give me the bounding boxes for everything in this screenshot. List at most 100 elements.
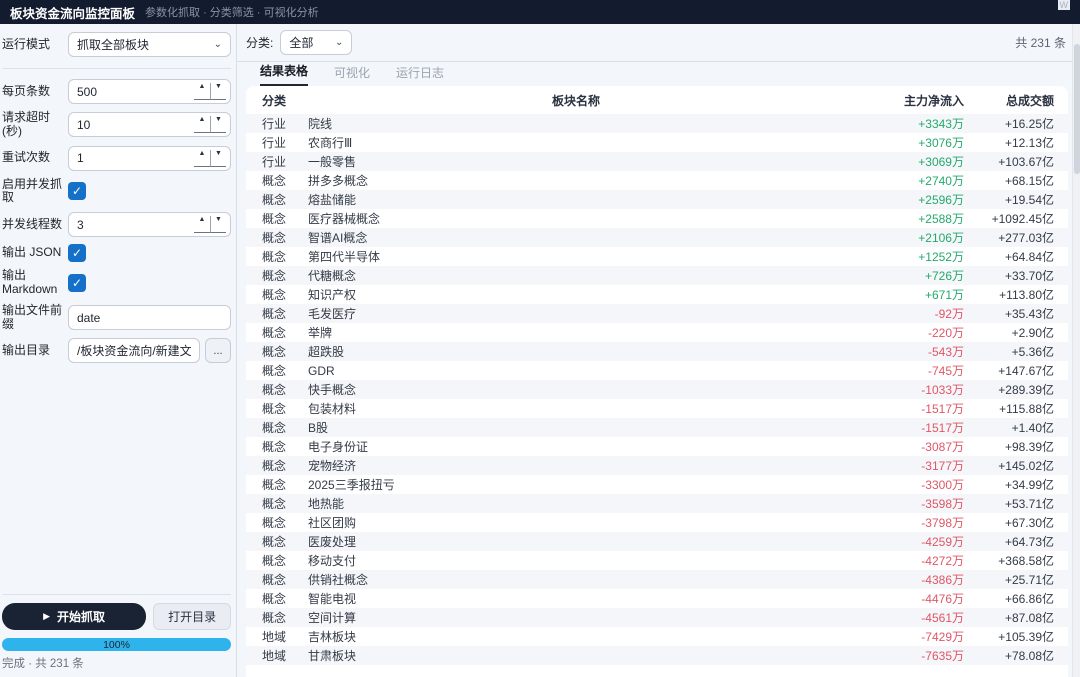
outdir-input[interactable]: [69, 344, 199, 358]
cell-category: 概念: [246, 457, 308, 474]
cell-total-turnover: +67.30亿: [964, 514, 1068, 531]
table-row[interactable]: 概念宠物经济-3177万+145.02亿: [246, 456, 1068, 475]
spin-up-icon[interactable]: ▲: [194, 83, 210, 100]
table-row[interactable]: 概念移动支付-4272万+368.58亿: [246, 551, 1068, 570]
table-row[interactable]: 概念地热能-3598万+53.71亿: [246, 494, 1068, 513]
cell-category: 概念: [246, 191, 308, 208]
page-size-input[interactable]: [69, 85, 194, 99]
status-text: 完成 · 共 231 条: [2, 655, 231, 671]
table-row[interactable]: 概念社区团购-3798万+67.30亿: [246, 513, 1068, 532]
tab-visualization[interactable]: 可视化: [334, 64, 370, 86]
cell-category: 概念: [246, 533, 308, 550]
page-size-field: ▲ ▼: [68, 79, 231, 104]
cell-sector-name: 超跌股: [308, 343, 844, 360]
spin-down-icon[interactable]: ▼: [210, 150, 226, 167]
table-row[interactable]: 行业院线+3343万+16.25亿: [246, 114, 1068, 133]
spin-down-icon[interactable]: ▼: [210, 216, 226, 233]
cell-category: 概念: [246, 324, 308, 341]
cell-sector-name: 吉林板块: [308, 628, 844, 645]
cell-category: 概念: [246, 438, 308, 455]
table-row[interactable]: 地域甘肃板块-7635万+78.08亿: [246, 646, 1068, 665]
cell-main-inflow: -3798万: [844, 514, 964, 531]
spin-up-icon[interactable]: ▲: [194, 116, 210, 133]
cell-sector-name: 快手概念: [308, 381, 844, 398]
table-row[interactable]: 行业农商行Ⅲ+3076万+12.13亿: [246, 133, 1068, 152]
cell-sector-name: 院线: [308, 115, 844, 132]
spin-down-icon[interactable]: ▼: [210, 116, 226, 133]
cell-main-inflow: -4272万: [844, 552, 964, 569]
cell-category: 概念: [246, 609, 308, 626]
table-row[interactable]: 概念电子身份证-3087万+98.39亿: [246, 437, 1068, 456]
retry-label: 重试次数: [2, 151, 68, 165]
table-row[interactable]: 地域吉林板块-7429万+105.39亿: [246, 627, 1068, 646]
cell-category: 概念: [246, 267, 308, 284]
tab-run-log[interactable]: 运行日志: [396, 64, 444, 86]
table-row[interactable]: 概念代糖概念+726万+33.70亿: [246, 266, 1068, 285]
output-markdown-checkbox[interactable]: ✓: [68, 274, 86, 292]
open-directory-button[interactable]: 打开目录: [153, 603, 231, 630]
table-row[interactable]: 概念毛发医疗-92万+35.43亿: [246, 304, 1068, 323]
app-title: 板块资金流向监控面板: [10, 3, 135, 22]
table-row[interactable]: 概念熔盐储能+2596万+19.54亿: [246, 190, 1068, 209]
timeout-input[interactable]: [69, 118, 194, 132]
cell-total-turnover: +277.03亿: [964, 229, 1068, 246]
retry-stepper: ▲ ▼: [194, 147, 230, 170]
table-row[interactable]: 概念医疗器械概念+2588万+1092.45亿: [246, 209, 1068, 228]
cell-total-turnover: +33.70亿: [964, 267, 1068, 284]
cell-category: 地域: [246, 647, 308, 664]
threads-label: 并发线程数: [2, 218, 68, 232]
cell-total-turnover: +105.39亿: [964, 628, 1068, 645]
table-row[interactable]: 概念举牌-220万+2.90亿: [246, 323, 1068, 342]
cell-main-inflow: -220万: [844, 324, 964, 341]
cell-total-turnover: +19.54亿: [964, 191, 1068, 208]
table-row[interactable]: 概念包装材料-1517万+115.88亿: [246, 399, 1068, 418]
scrollbar-thumb[interactable]: [1074, 44, 1080, 174]
col-category: 分类: [246, 92, 308, 109]
col-sector-name: 板块名称: [308, 92, 844, 109]
table-row[interactable]: 概念第四代半导体+1252万+64.84亿: [246, 247, 1068, 266]
category-filter-select[interactable]: 全部 ⌄: [280, 30, 352, 55]
cell-main-inflow: -1033万: [844, 381, 964, 398]
start-scrape-button[interactable]: ▶ 开始抓取: [2, 603, 146, 630]
prefix-input[interactable]: [69, 311, 230, 325]
tab-results[interactable]: 结果表格: [260, 62, 308, 86]
cell-main-inflow: +1252万: [844, 248, 964, 265]
spin-up-icon[interactable]: ▲: [194, 216, 210, 233]
cell-category: 概念: [246, 362, 308, 379]
spin-down-icon[interactable]: ▼: [210, 83, 226, 100]
browse-directory-button[interactable]: ...: [205, 338, 231, 363]
vertical-scrollbar[interactable]: [1072, 24, 1080, 677]
output-json-checkbox[interactable]: ✓: [68, 244, 86, 262]
cell-category: 行业: [246, 134, 308, 151]
cell-sector-name: GDR: [308, 364, 844, 378]
table-header: 分类 板块名称 主力净流入 总成交额: [246, 86, 1068, 114]
cell-main-inflow: +3069万: [844, 153, 964, 170]
col-total-turnover: 总成交额: [964, 92, 1068, 109]
table-row[interactable]: 概念智能电视-4476万+66.86亿: [246, 589, 1068, 608]
table-row[interactable]: 概念超跌股-543万+5.36亿: [246, 342, 1068, 361]
concurrent-checkbox[interactable]: ✓: [68, 182, 86, 200]
table-row[interactable]: 概念医废处理-4259万+64.73亿: [246, 532, 1068, 551]
cell-total-turnover: +368.58亿: [964, 552, 1068, 569]
cell-total-turnover: +35.43亿: [964, 305, 1068, 322]
cell-sector-name: 医疗器械概念: [308, 210, 844, 227]
table-row[interactable]: 概念GDR-745万+147.67亿: [246, 361, 1068, 380]
table-row[interactable]: 概念B股-1517万+1.40亿: [246, 418, 1068, 437]
retry-input[interactable]: [69, 151, 194, 165]
table-row[interactable]: 概念空间计算-4561万+87.08亿: [246, 608, 1068, 627]
table-row[interactable]: 行业一般零售+3069万+103.67亿: [246, 152, 1068, 171]
table-row[interactable]: 概念拼多多概念+2740万+68.15亿: [246, 171, 1068, 190]
table-row[interactable]: 概念2025三季报扭亏-3300万+34.99亿: [246, 475, 1068, 494]
table-row[interactable]: 概念快手概念-1033万+289.39亿: [246, 380, 1068, 399]
table-row[interactable]: 概念供销社概念-4386万+25.71亿: [246, 570, 1068, 589]
threads-input[interactable]: [69, 218, 194, 232]
cell-category: 概念: [246, 590, 308, 607]
tabs-bar: 结果表格 可视化 运行日志: [237, 62, 1080, 86]
spin-up-icon[interactable]: ▲: [194, 150, 210, 167]
run-mode-select[interactable]: 抓取全部板块 ⌄: [68, 32, 231, 57]
table-row[interactable]: 概念智谱AI概念+2106万+277.03亿: [246, 228, 1068, 247]
cell-sector-name: 农商行Ⅲ: [308, 134, 844, 151]
app-header: 板块资金流向监控面板 参数化抓取 · 分类筛选 · 可视化分析 W: [0, 0, 1080, 24]
table-row[interactable]: 概念知识产权+671万+113.80亿: [246, 285, 1068, 304]
cell-category: 概念: [246, 495, 308, 512]
